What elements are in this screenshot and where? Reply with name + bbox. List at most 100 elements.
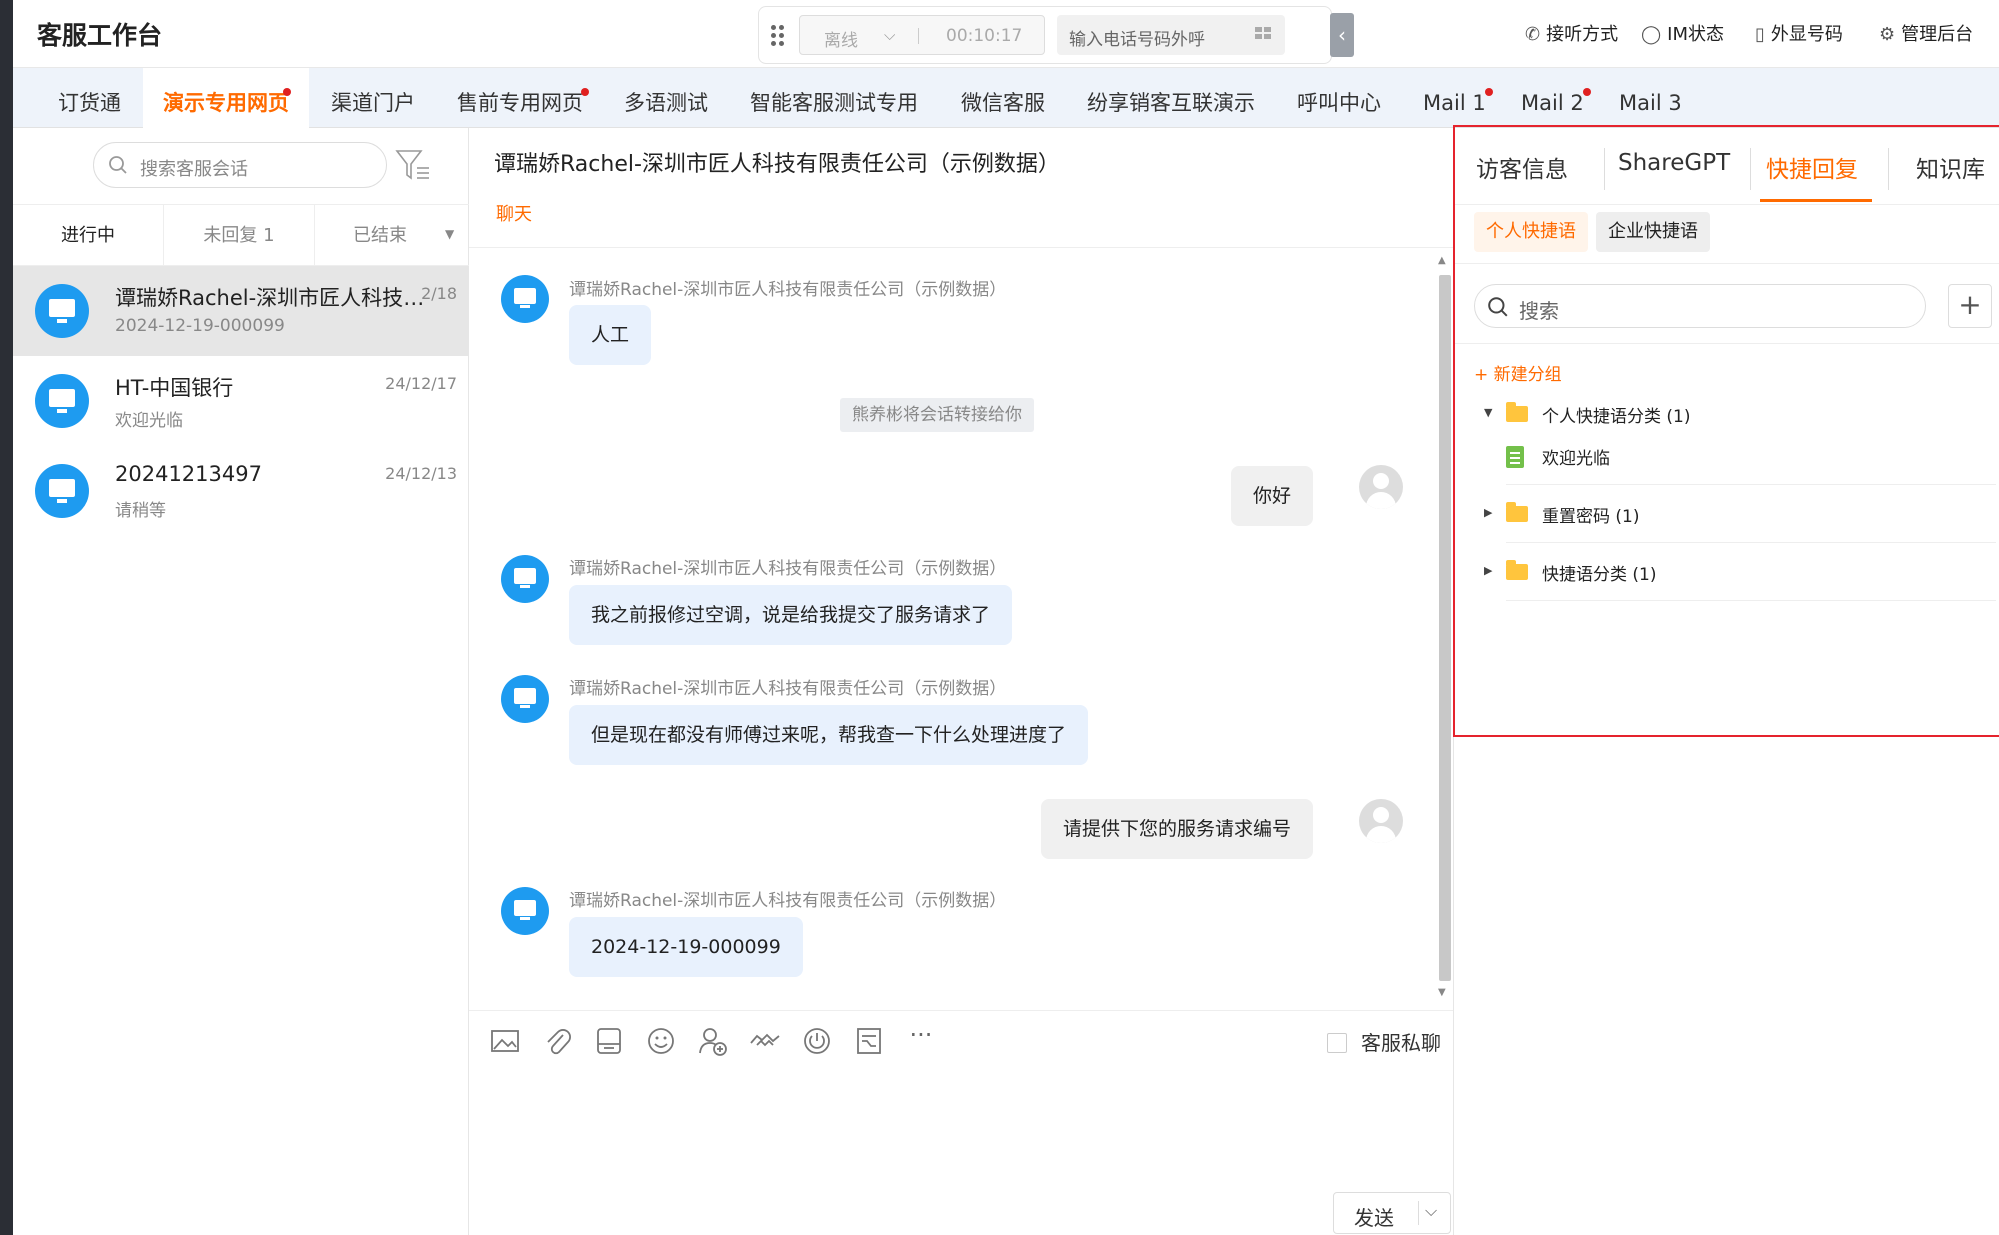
conversation-preview: 请稍等 bbox=[115, 501, 166, 521]
power-icon[interactable] bbox=[801, 1025, 833, 1057]
tab-label: 售前专用网页 bbox=[457, 91, 583, 115]
composer-toolbar: ··· 客服私聊 bbox=[469, 1010, 1453, 1070]
gear-icon: ⚙ bbox=[1879, 24, 1896, 45]
agent-status-select[interactable]: 离线 ⌵ 00:10:17 bbox=[799, 15, 1045, 55]
status-value: 离线 bbox=[824, 31, 858, 51]
tab-channel-portal[interactable]: 渠道门户 bbox=[331, 68, 415, 128]
conversation-item[interactable]: 20241213497 请稍等 24/12/13 bbox=[13, 446, 469, 536]
chat-pane: 谭瑞娇Rachel-深圳市匠人科技有限责任公司（示例数据） 聊天 谭瑞娇Rach… bbox=[469, 128, 1453, 1235]
chevron-down-icon: ⌵ bbox=[884, 26, 896, 44]
left-edge-bar bbox=[0, 0, 13, 1235]
collapse-call-bar-button[interactable]: ‹ bbox=[1330, 13, 1354, 57]
status-timer: 00:10:17 bbox=[946, 26, 1023, 46]
form-icon[interactable] bbox=[853, 1025, 885, 1057]
top-header: 客服工作台 离线 ⌵ 00:10:17 输入电话号码外呼 ‹ ✆ 接听方式 ◯ … bbox=[13, 0, 1999, 68]
agent-message: 你好 bbox=[1230, 466, 1313, 526]
send-label: 发送 bbox=[1354, 1206, 1394, 1230]
divider bbox=[1418, 1201, 1419, 1225]
drag-handle-icon[interactable] bbox=[771, 25, 785, 47]
tab-ended[interactable]: 已结束 bbox=[315, 205, 445, 267]
handshake-icon[interactable] bbox=[749, 1025, 781, 1057]
admin-console-button[interactable]: ⚙ 管理后台 bbox=[1879, 20, 1973, 46]
search-placeholder: 搜索客服会话 bbox=[140, 159, 248, 180]
conversation-search-input[interactable]: 搜索客服会话 bbox=[93, 142, 387, 188]
checkbox[interactable] bbox=[1327, 1033, 1347, 1053]
monitor-avatar-icon bbox=[35, 374, 89, 428]
answer-mode-button[interactable]: ✆ 接听方式 bbox=[1525, 20, 1618, 46]
scroll-down-icon[interactable]: ▼ bbox=[1438, 987, 1446, 998]
scroll-thumb[interactable] bbox=[1439, 275, 1451, 981]
agent-avatar-icon bbox=[1359, 465, 1403, 509]
send-button[interactable]: 发送 ⌵ bbox=[1333, 1192, 1451, 1234]
tab-unreplied[interactable]: 未回复 1 bbox=[164, 205, 314, 267]
tab-multilang-test[interactable]: 多语测试 bbox=[624, 68, 708, 128]
conversation-name: HT-中国银行 bbox=[115, 376, 234, 400]
highlight-box bbox=[1453, 125, 1999, 737]
scroll-up-icon[interactable]: ▲ bbox=[1438, 255, 1446, 266]
conversation-preview: 2024-12-19-000099 bbox=[115, 316, 285, 336]
tab-label: Mail 1 bbox=[1423, 91, 1486, 115]
tab-in-progress[interactable]: 进行中 bbox=[13, 205, 163, 267]
site-tabs: 订货通 演示专用网页 渠道门户 售前专用网页 多语测试 智能客服测试专用 微信客… bbox=[13, 68, 1999, 128]
tab-call-center[interactable]: 呼叫中心 bbox=[1297, 68, 1381, 128]
visitor-message: 人工 bbox=[569, 305, 652, 365]
call-bar: 离线 ⌵ 00:10:17 输入电话号码外呼 bbox=[758, 6, 1332, 64]
visitor-message: 2024-12-19-000099 bbox=[569, 917, 803, 977]
inbox-icon[interactable] bbox=[593, 1025, 625, 1057]
phone-handset-icon: ✆ bbox=[1525, 24, 1541, 45]
tab-wechat-cs[interactable]: 微信客服 bbox=[961, 68, 1045, 128]
caret-down-icon[interactable]: ▼ bbox=[445, 227, 454, 241]
chevron-down-icon[interactable]: ⌵ bbox=[1425, 1201, 1437, 1221]
tab-订货通[interactable]: 订货通 bbox=[58, 68, 121, 128]
chat-title: 谭瑞娇Rachel-深圳市匠人科技有限责任公司（示例数据） bbox=[494, 152, 1060, 177]
chat-header: 谭瑞娇Rachel-深圳市匠人科技有限责任公司（示例数据） 聊天 bbox=[469, 128, 1453, 248]
display-number-button[interactable]: ▯ 外显号码 bbox=[1755, 20, 1843, 46]
unread-dot bbox=[283, 88, 291, 96]
tab-label: 微信客服 bbox=[961, 91, 1045, 115]
app-title: 客服工作台 bbox=[37, 21, 163, 50]
im-status-button[interactable]: ◯ IM状态 bbox=[1641, 20, 1724, 46]
tab-mail-3[interactable]: Mail 3 bbox=[1619, 68, 1682, 128]
tab-label: Mail 3 bbox=[1619, 91, 1682, 115]
attachment-icon[interactable] bbox=[541, 1025, 573, 1057]
tab-presales-page[interactable]: 售前专用网页 bbox=[457, 68, 589, 128]
visitor-message: 我之前报修过空调，说是给我提交了服务请求了 bbox=[569, 585, 1013, 645]
conversation-item[interactable]: 谭瑞娇Rachel-深圳市匠人科技有限责任公司（示例数据） 2024-12-19… bbox=[13, 266, 469, 356]
filter-icon[interactable] bbox=[395, 148, 431, 182]
keypad-icon[interactable] bbox=[1255, 27, 1273, 41]
agent-avatar-icon bbox=[1359, 799, 1403, 843]
search-icon bbox=[109, 156, 127, 174]
admin-console-label: 管理后台 bbox=[1901, 24, 1974, 45]
add-user-icon[interactable] bbox=[697, 1025, 729, 1057]
conversation-date: 24/12/13 bbox=[385, 464, 457, 483]
conversation-date: 2/18 bbox=[421, 284, 457, 303]
agent-message: 请提供下您的服务请求编号 bbox=[1040, 799, 1313, 859]
tab-label: 演示专用网页 bbox=[163, 91, 289, 115]
visitor-avatar-icon bbox=[501, 675, 549, 723]
image-icon[interactable] bbox=[489, 1025, 521, 1057]
emoji-icon[interactable] bbox=[645, 1025, 677, 1057]
message-scrollbar[interactable]: ▲ ▼ bbox=[1435, 255, 1453, 1003]
unread-dot bbox=[1485, 88, 1493, 96]
conversation-preview: 欢迎光临 bbox=[115, 411, 183, 431]
tab-label: 纷享销客互联演示 bbox=[1087, 91, 1255, 115]
more-icon[interactable]: ··· bbox=[905, 1019, 937, 1051]
tab-mail-2[interactable]: Mail 2 bbox=[1521, 68, 1591, 128]
tab-chat[interactable]: 聊天 bbox=[496, 200, 532, 226]
message-sender: 谭瑞娇Rachel-深圳市匠人科技有限责任公司（示例数据） bbox=[569, 559, 1007, 579]
dial-input[interactable]: 输入电话号码外呼 bbox=[1057, 15, 1285, 55]
private-chat-checkbox[interactable]: 客服私聊 bbox=[1327, 1027, 1441, 1056]
tab-mail-1[interactable]: Mail 1 bbox=[1423, 68, 1493, 128]
conversation-item[interactable]: HT-中国银行 欢迎光临 24/12/17 bbox=[13, 356, 469, 446]
conversation-name: 20241213497 bbox=[115, 462, 262, 486]
chat-bubble-icon: ◯ bbox=[1641, 24, 1662, 45]
tab-label: 多语测试 bbox=[624, 91, 708, 115]
message-sender: 谭瑞娇Rachel-深圳市匠人科技有限责任公司（示例数据） bbox=[569, 891, 1007, 911]
tab-fxiaoke-demo[interactable]: 纷享销客互联演示 bbox=[1087, 68, 1255, 128]
tab-smart-cs-test[interactable]: 智能客服测试专用 bbox=[750, 68, 918, 128]
app: 客服工作台 离线 ⌵ 00:10:17 输入电话号码外呼 ‹ ✆ 接听方式 ◯ … bbox=[13, 0, 1999, 1235]
visitor-avatar-icon bbox=[501, 887, 549, 935]
system-notice: 熊养彬将会话转接给你 bbox=[840, 398, 1034, 432]
tab-demo-page[interactable]: 演示专用网页 bbox=[143, 68, 309, 128]
unread-dot bbox=[581, 88, 589, 96]
